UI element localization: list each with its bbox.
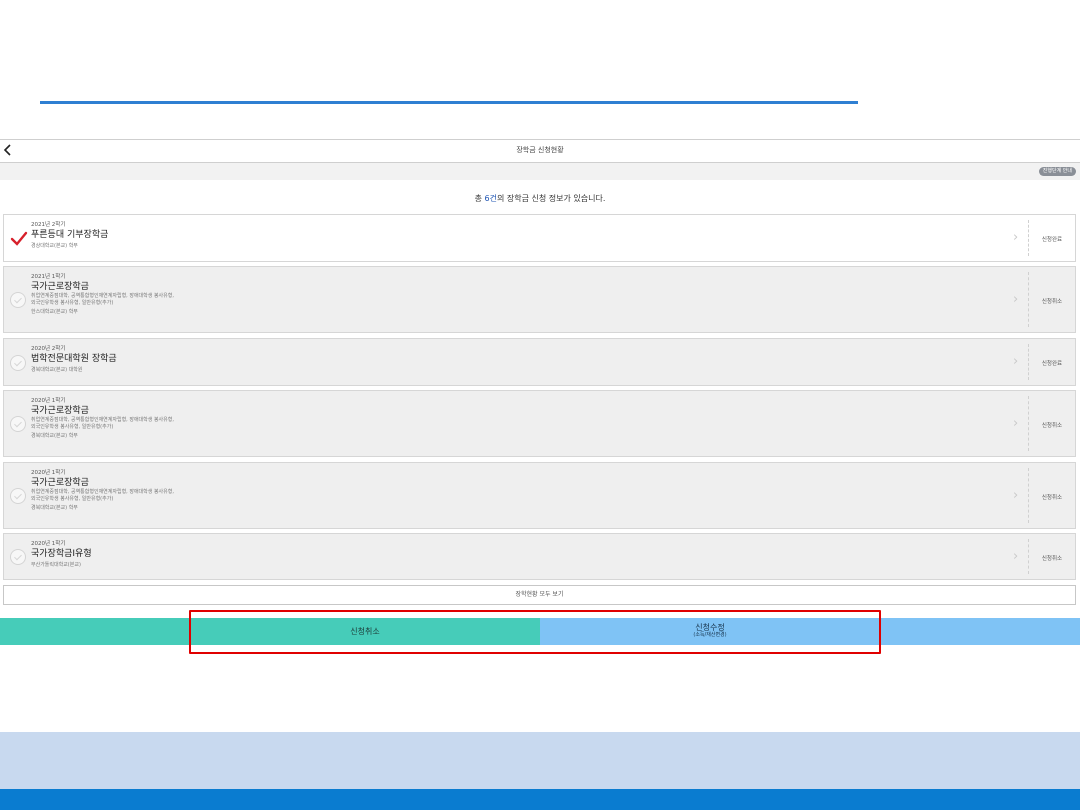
top-divider-line <box>40 101 858 104</box>
progress-guide-badge[interactable]: 진행단계 안내 <box>1038 167 1076 176</box>
card-status: 신청완료 <box>1041 237 1063 243</box>
chevron-right-icon: › <box>1013 292 1019 307</box>
card-scholarship-name: 국가근로장학금 <box>31 406 89 416</box>
card-school: 경북대학교(본교) 대학원 <box>31 367 83 373</box>
card-status: 신청취소 <box>1041 495 1063 501</box>
checked-icon <box>10 231 28 247</box>
card-content: 2020년 1학기 국가장학금I유형 부산가톨릭대학교(본교) <box>31 541 931 569</box>
check-icon <box>10 488 26 504</box>
card-term: 2020년 2학기 <box>31 346 66 352</box>
card-content: 2020년 2학기 법학전문대학원 장학금 경북대학교(본교) 대학원 <box>31 346 931 374</box>
card-scholarship-name: 법학전문대학원 장학금 <box>31 354 117 364</box>
card-scholarship-name: 국가근로장학금 <box>31 282 89 292</box>
card-status: 신청취소 <box>1041 299 1063 305</box>
summary-prefix: 총 <box>474 194 485 203</box>
scholarship-card[interactable]: 2020년 1학기 국가근로장학금 취업연계중점대학, 공역통합형인재연계자립형… <box>3 462 1076 529</box>
scholarship-card[interactable]: 2021년 2학기 푸른등대 기부장학금 경상대학교(본교) 학부 › 신청완료 <box>3 214 1076 262</box>
summary-count: 6건 <box>484 194 497 203</box>
card-school: 한스대학교(본교) 학부 <box>31 309 78 315</box>
summary-suffix: 의 장학금 신청 정보가 있습니다. <box>496 194 606 203</box>
card-detail: 취업연계중점대학, 공역통합형인재연계자립형, 장애대학생 봉사유형, <box>31 417 174 423</box>
card-school: 경상대학교(본교) 학부 <box>31 243 78 249</box>
card-content: 2020년 1학기 국가근로장학금 취업연계중점대학, 공역통합형인재연계자립형… <box>31 398 931 440</box>
card-detail: 외국인유학생 봉사유형, 일반유형(추가) <box>31 496 114 502</box>
scholarship-card[interactable]: 2021년 1학기 국가근로장학금 취업연계중점대학, 공역통합형인재연계자립형… <box>3 266 1076 333</box>
edit-application-button[interactable]: 신청수정 (소득/재산변경) <box>540 618 880 645</box>
chevron-right-icon: › <box>1013 549 1019 564</box>
card-detail: 외국인유학생 봉사유형, 일반유형(추가) <box>31 424 114 430</box>
scholarship-card[interactable]: 2020년 2학기 법학전문대학원 장학금 경북대학교(본교) 대학원 › 신청… <box>3 338 1076 386</box>
card-scholarship-name: 푸른등대 기부장학금 <box>31 230 109 240</box>
card-detail: 취업연계중점대학, 공역통합형인재연계자립형, 장애대학생 봉사유형, <box>31 293 174 299</box>
cancel-application-button[interactable]: 신청취소 <box>190 618 540 645</box>
page: 장학금 신청현황 진행단계 안내 총 6건의 장학금 신청 정보가 있습니다. … <box>0 0 1080 810</box>
card-term: 2020년 1학기 <box>31 541 66 547</box>
summary-text: 총 6건의 장학금 신청 정보가 있습니다. <box>0 193 1080 204</box>
card-detail: 외국인유학생 봉사유형, 일반유형(추가) <box>31 300 114 306</box>
check-icon <box>10 292 26 308</box>
card-school: 경북대학교(본교) 학부 <box>31 433 78 439</box>
card-term: 2020년 1학기 <box>31 398 66 404</box>
footer-dark-band <box>0 789 1080 810</box>
card-status: 신청취소 <box>1041 556 1063 562</box>
edit-button-label: 신청수정 <box>695 623 725 632</box>
page-title: 장학금 신청현황 <box>516 146 564 154</box>
card-content: 2021년 2학기 푸른등대 기부장학금 경상대학교(본교) 학부 <box>31 222 931 250</box>
view-all-button[interactable]: 장학현황 모두 보기 <box>3 585 1076 605</box>
footer-light-band <box>0 732 1080 789</box>
card-detail: 취업연계중점대학, 공역통합형인재연계자립형, 장애대학생 봉사유형, <box>31 489 174 495</box>
card-status: 신청완료 <box>1041 361 1063 367</box>
app-header: 장학금 신청현황 <box>0 139 1080 163</box>
edit-button-sublabel: (소득/재산변경) <box>693 632 727 638</box>
check-icon <box>10 416 26 432</box>
check-icon <box>10 549 26 565</box>
info-band: 진행단계 안내 <box>0 163 1080 180</box>
card-term: 2021년 2학기 <box>31 222 66 228</box>
card-scholarship-name: 국가장학금I유형 <box>31 549 92 559</box>
check-icon <box>10 355 26 371</box>
chevron-right-icon: › <box>1013 488 1019 503</box>
card-scholarship-name: 국가근로장학금 <box>31 478 89 488</box>
card-school: 경북대학교(본교) 학부 <box>31 505 78 511</box>
scholarship-card[interactable]: 2020년 1학기 국가장학금I유형 부산가톨릭대학교(본교) › 신청취소 <box>3 533 1076 580</box>
card-school: 부산가톨릭대학교(본교) <box>31 562 81 568</box>
card-status: 신청취소 <box>1041 423 1063 429</box>
chevron-right-icon: › <box>1013 354 1019 369</box>
chevron-right-icon: › <box>1013 416 1019 431</box>
scholarship-card[interactable]: 2020년 1학기 국가근로장학금 취업연계중점대학, 공역통합형인재연계자립형… <box>3 390 1076 457</box>
card-content: 2021년 1학기 국가근로장학금 취업연계중점대학, 공역통합형인재연계자립형… <box>31 274 931 316</box>
chevron-right-icon: › <box>1013 230 1019 245</box>
card-term: 2020년 1학기 <box>31 470 66 476</box>
card-content: 2020년 1학기 국가근로장학금 취업연계중점대학, 공역통합형인재연계자립형… <box>31 470 931 512</box>
card-term: 2021년 1학기 <box>31 274 66 280</box>
